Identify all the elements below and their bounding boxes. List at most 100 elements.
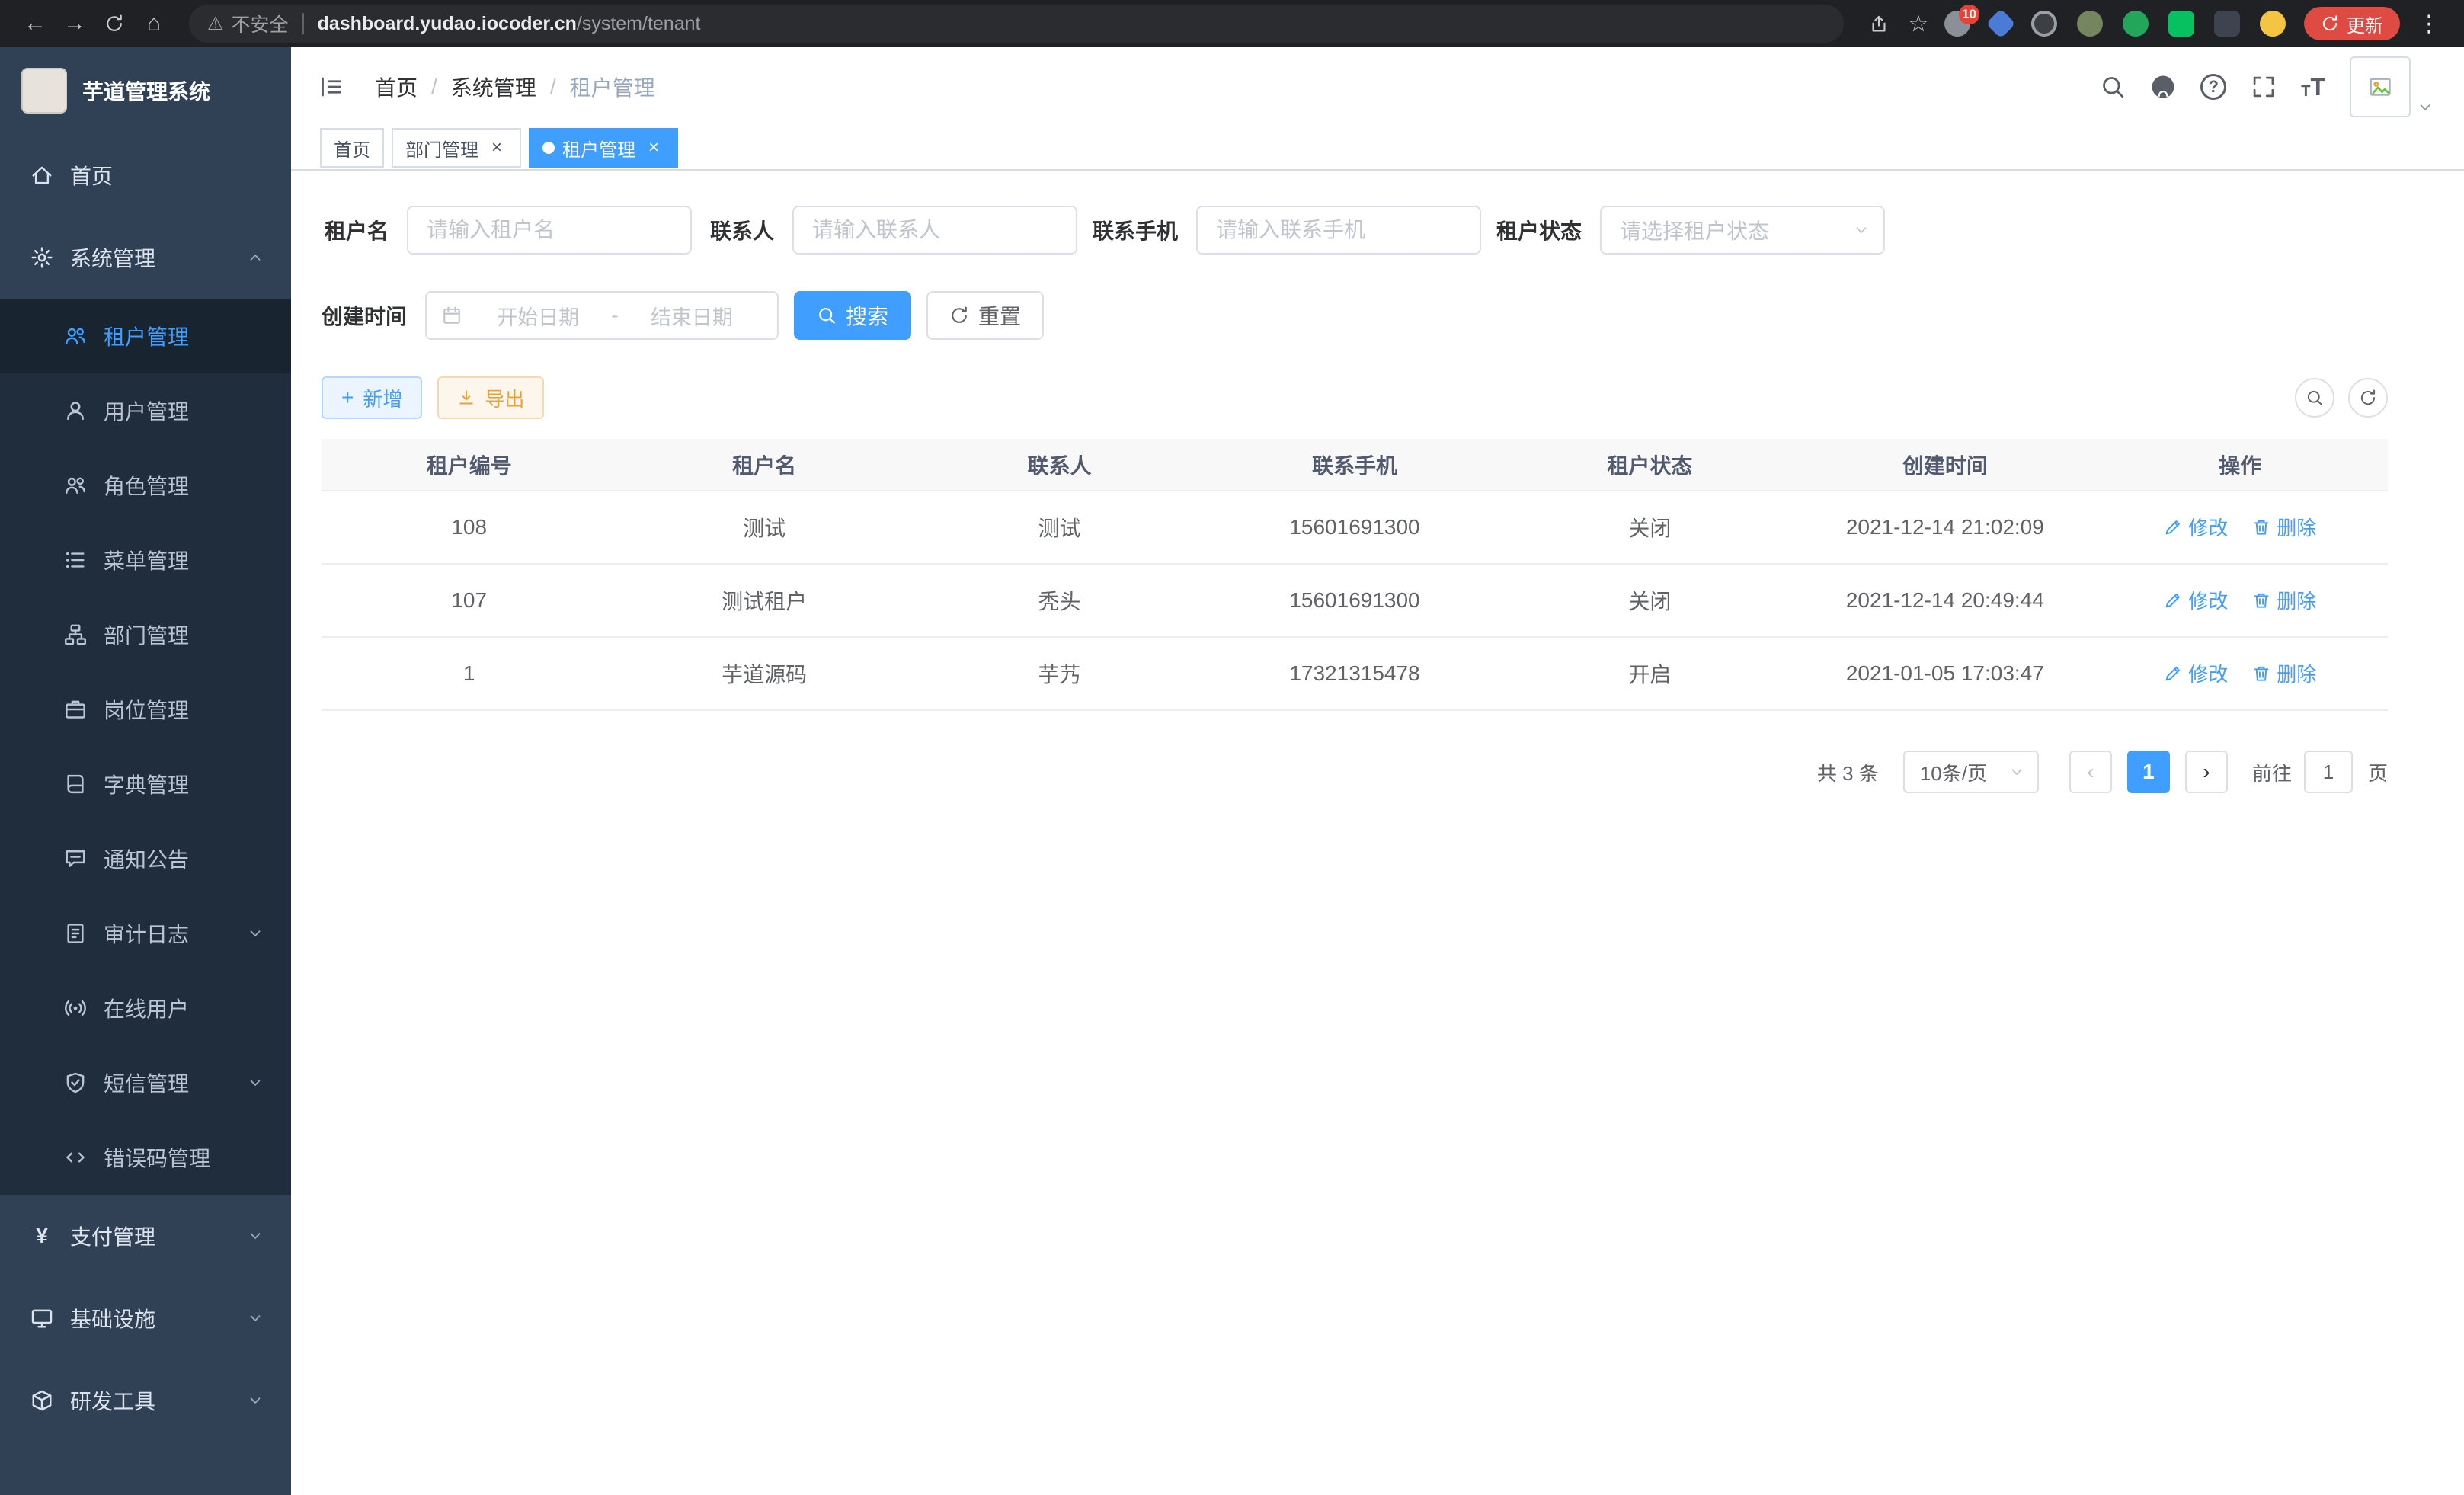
add-button[interactable]: + 新增 — [322, 376, 422, 419]
create-time-range-picker[interactable]: 开始日期 - 结束日期 — [425, 291, 779, 340]
tenant-name-input[interactable] — [407, 206, 692, 255]
browser-reload-icon[interactable] — [94, 4, 134, 43]
sidebar-item-online-user[interactable]: 在线用户 — [0, 971, 291, 1045]
sidebar-item-notice[interactable]: 通知公告 — [0, 821, 291, 896]
sidebar-item-tenant[interactable]: 租户管理 — [0, 299, 291, 373]
sidebar-item-system[interactable]: 系统管理 — [0, 216, 291, 299]
active-tab-dot — [542, 142, 555, 154]
sidebar-item-audit-log[interactable]: 审计日志 — [0, 896, 291, 971]
export-button[interactable]: 导出 — [437, 376, 544, 419]
font-size-icon[interactable]: TT — [2301, 75, 2325, 99]
refresh-button[interactable] — [2348, 378, 2388, 418]
page-size-select[interactable]: 10条/页 — [1903, 751, 2039, 793]
bookmark-star-icon[interactable]: ☆ — [1899, 4, 1938, 43]
fullscreen-icon[interactable] — [2251, 74, 2277, 100]
next-page-button[interactable]: › — [2185, 751, 2228, 793]
system-submenu: 租户管理 用户管理 角色管理 菜单管理 — [0, 299, 291, 1195]
breadcrumb-home[interactable]: 首页 — [375, 72, 418, 102]
sidebar-item-label: 角色管理 — [104, 470, 189, 501]
tab-label: 租户管理 — [562, 135, 635, 162]
phone-input[interactable] — [1196, 206, 1481, 255]
app-title: 芋道管理系统 — [82, 75, 210, 106]
add-button-label: 新增 — [363, 384, 402, 412]
close-icon[interactable]: × — [486, 137, 507, 158]
browser-update-button[interactable]: 更新 — [2304, 7, 2400, 40]
sidebar-item-sms[interactable]: 短信管理 — [0, 1045, 291, 1120]
delete-button[interactable]: 删除 — [2252, 586, 2316, 614]
table-row[interactable]: 108 测试 测试 15601691300 关闭 2021-12-14 21:0… — [322, 491, 2388, 564]
extension-icon-2[interactable] — [1986, 8, 2016, 39]
edit-label: 修改 — [2188, 513, 2228, 541]
reset-button-label: 重置 — [978, 300, 1021, 331]
sidebar-item-dict[interactable]: 字典管理 — [0, 747, 291, 821]
extension-icon-1[interactable]: 10 — [1944, 11, 1970, 37]
sidebar-item-dept[interactable]: 部门管理 — [0, 597, 291, 672]
cell-status: 关闭 — [1502, 564, 1797, 637]
extension-icon-7[interactable] — [2214, 11, 2240, 37]
close-icon[interactable]: × — [643, 137, 664, 158]
edit-button[interactable]: 修改 — [2164, 513, 2228, 541]
user-group-icon — [64, 474, 87, 497]
extension-icon-6[interactable] — [2168, 11, 2194, 37]
extension-icon-3[interactable] — [2031, 11, 2057, 37]
address-bar[interactable]: ⚠ 不安全 dashboard.yudao.iocoder.cn/system/… — [189, 5, 1844, 43]
search-icon[interactable] — [2100, 74, 2126, 100]
reset-button[interactable]: 重置 — [926, 291, 1044, 340]
avatar[interactable] — [2350, 56, 2434, 117]
browser-menu-icon[interactable]: ⋮ — [2409, 4, 2449, 43]
browser-forward-icon[interactable]: → — [55, 4, 94, 43]
share-icon[interactable] — [1859, 4, 1899, 43]
sidebar-item-user[interactable]: 用户管理 — [0, 373, 291, 448]
github-icon[interactable] — [2150, 74, 2176, 100]
chevron-down-icon — [247, 1228, 264, 1244]
security-label[interactable]: 不安全 — [232, 10, 289, 37]
sidebar-item-payment[interactable]: ¥ 支付管理 — [0, 1195, 291, 1277]
search-button-label: 搜索 — [846, 300, 888, 331]
tab-dept[interactable]: 部门管理 × — [392, 128, 521, 168]
chevron-down-icon — [247, 1074, 264, 1091]
sidebar-item-role[interactable]: 角色管理 — [0, 448, 291, 523]
delete-button[interactable]: 删除 — [2252, 659, 2316, 687]
extension-icon-5[interactable] — [2123, 11, 2149, 37]
sidebar-item-devtools[interactable]: 研发工具 — [0, 1359, 291, 1442]
app-logo[interactable]: 芋道管理系统 — [0, 47, 291, 134]
logo-image — [21, 68, 67, 114]
browser-home-icon[interactable]: ⌂ — [134, 4, 174, 43]
sidebar-item-error-code[interactable]: 错误码管理 — [0, 1120, 291, 1195]
sidebar-item-menu[interactable]: 菜单管理 — [0, 523, 291, 597]
edit-button[interactable]: 修改 — [2164, 586, 2228, 614]
table-row[interactable]: 107 测试租户 秃头 15601691300 关闭 2021-12-14 20… — [322, 564, 2388, 637]
sidebar-item-label: 短信管理 — [104, 1068, 189, 1098]
table-row[interactable]: 1 芋道源码 芋艿 17321315478 开启 2021-01-05 17:0… — [322, 637, 2388, 710]
sidebar-item-label: 支付管理 — [70, 1221, 155, 1251]
tab-home[interactable]: 首页 — [320, 128, 384, 168]
help-icon[interactable]: ? — [2200, 74, 2226, 100]
sidebar-item-home[interactable]: 首页 — [0, 134, 291, 216]
browser-back-icon[interactable]: ← — [15, 4, 55, 43]
extension-icon-4[interactable] — [2077, 11, 2103, 37]
chevron-right-icon: › — [2203, 760, 2210, 784]
goto-page-input[interactable] — [2304, 751, 2353, 793]
sidebar-menu: 首页 系统管理 租户管理 用户管理 — [0, 134, 291, 1495]
page-unit-label: 页 — [2368, 758, 2388, 786]
sidebar-item-infrastructure[interactable]: 基础设施 — [0, 1277, 291, 1359]
page-1-button[interactable]: 1 — [2127, 751, 2170, 793]
sidebar-item-label: 系统管理 — [70, 242, 155, 273]
tenant-status-select[interactable]: 请选择租户状态 — [1600, 206, 1885, 255]
document-icon — [64, 922, 87, 945]
breadcrumb-system[interactable]: 系统管理 — [451, 72, 536, 102]
contact-label: 联系人 — [707, 215, 792, 245]
sidebar-toggle-icon[interactable] — [312, 68, 350, 106]
edit-button[interactable]: 修改 — [2164, 659, 2228, 687]
tab-tenant[interactable]: 租户管理 × — [529, 128, 678, 168]
toggle-search-button[interactable] — [2295, 378, 2334, 418]
contact-input[interactable] — [792, 206, 1077, 255]
edit-label: 修改 — [2188, 659, 2228, 687]
prev-page-button[interactable]: ‹ — [2069, 751, 2112, 793]
search-button[interactable]: 搜索 — [794, 291, 911, 340]
cell-tenant-name: 芋道源码 — [616, 637, 911, 710]
sidebar-item-post[interactable]: 岗位管理 — [0, 672, 291, 747]
extension-icon-8[interactable] — [2260, 11, 2286, 37]
delete-button[interactable]: 删除 — [2252, 513, 2316, 541]
users-icon — [64, 325, 87, 347]
